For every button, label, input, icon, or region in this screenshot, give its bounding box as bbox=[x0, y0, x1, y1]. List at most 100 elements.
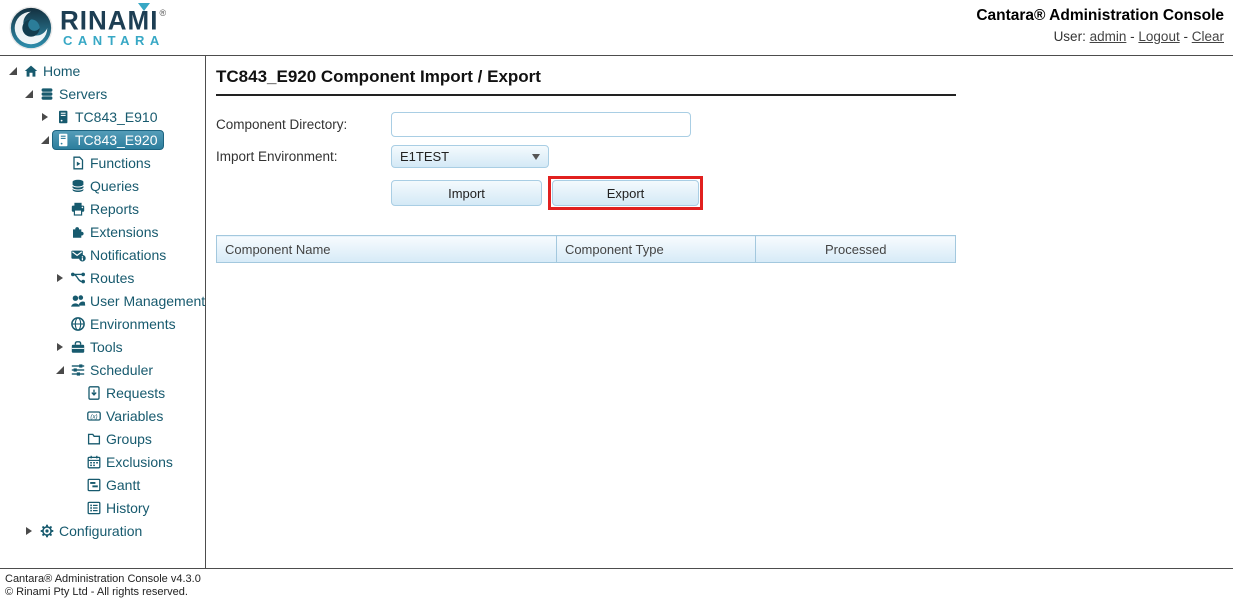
tree-node-functions[interactable]: Functions bbox=[67, 153, 157, 173]
tree-node-gantt[interactable]: Gantt bbox=[83, 475, 146, 495]
tree-node-environments[interactable]: Environments bbox=[67, 314, 182, 334]
tree-node-extensions[interactable]: Extensions bbox=[67, 222, 164, 242]
tree-node-label: Extensions bbox=[90, 224, 158, 240]
tree-node-notifications[interactable]: Notifications bbox=[67, 245, 172, 265]
brand-triangle-mark bbox=[138, 3, 150, 11]
sidebar-item-tc843-e920[interactable]: TC843_E920 bbox=[0, 128, 205, 151]
tree-node-queries[interactable]: Queries bbox=[67, 176, 145, 196]
triangle-expanded-icon bbox=[9, 67, 17, 75]
tree-node-label: Scheduler bbox=[90, 362, 153, 378]
triangle-collapsed-icon bbox=[57, 343, 63, 351]
tree-node-variables[interactable]: (x)Variables bbox=[83, 406, 169, 426]
brand-name: RINAMI bbox=[60, 8, 158, 33]
app-window: RINAMI ® CANTARA Cantara® Administration… bbox=[0, 0, 1233, 610]
sidebar-item-home[interactable]: Home bbox=[0, 59, 205, 82]
tree-expand-toggle[interactable] bbox=[53, 366, 67, 374]
tree-node-label: Environments bbox=[90, 316, 176, 332]
import-button[interactable]: Import bbox=[391, 180, 542, 206]
import-environment-select[interactable]: E1TEST bbox=[391, 145, 549, 168]
registered-trademark: ® bbox=[159, 8, 166, 18]
user-label: User: bbox=[1054, 29, 1086, 44]
home-icon bbox=[23, 63, 39, 79]
column-header-processed[interactable]: Processed bbox=[756, 236, 956, 263]
console-title: Cantara® Administration Console bbox=[976, 7, 1224, 25]
top-header: RINAMI ® CANTARA Cantara® Administration… bbox=[0, 0, 1233, 56]
tree-expand-toggle[interactable] bbox=[53, 274, 67, 282]
sidebar-item-tools[interactable]: Tools bbox=[0, 335, 205, 358]
sidebar-item-environments[interactable]: Environments bbox=[0, 312, 205, 335]
tree-node-tc843-e910[interactable]: TC843_E910 bbox=[52, 107, 164, 127]
sidebar-item-groups[interactable]: Groups bbox=[0, 427, 205, 450]
tree-expand-toggle[interactable] bbox=[6, 67, 20, 75]
page-footer: Cantara® Administration Console v4.3.0 ©… bbox=[0, 568, 1233, 610]
server-icon bbox=[55, 109, 71, 125]
tree-node-history[interactable]: History bbox=[83, 498, 156, 518]
tree-node-requests[interactable]: Requests bbox=[83, 383, 171, 403]
tree-node-configuration[interactable]: Configuration bbox=[36, 521, 148, 541]
tree-node-tools[interactable]: Tools bbox=[67, 337, 129, 357]
tree-node-servers[interactable]: Servers bbox=[36, 84, 113, 104]
history-icon bbox=[86, 500, 102, 516]
component-directory-label: Component Directory: bbox=[216, 117, 391, 132]
title-divider bbox=[216, 94, 956, 96]
sidebar-item-scheduler[interactable]: Scheduler bbox=[0, 358, 205, 381]
tree-node-scheduler[interactable]: Scheduler bbox=[67, 360, 159, 380]
tree-expand-toggle[interactable] bbox=[53, 343, 67, 351]
logout-link[interactable]: Logout bbox=[1138, 29, 1179, 44]
export-button[interactable]: Export bbox=[552, 180, 699, 206]
component-directory-input[interactable] bbox=[391, 112, 691, 137]
export-highlight-box: Export bbox=[548, 176, 703, 210]
functions-icon bbox=[70, 155, 86, 171]
tree-node-routes[interactable]: Routes bbox=[67, 268, 140, 288]
tree-node-label: Exclusions bbox=[106, 454, 173, 470]
sidebar-item-servers[interactable]: Servers bbox=[0, 82, 205, 105]
import-environment-label: Import Environment: bbox=[216, 149, 391, 164]
tree-node-label: Tools bbox=[90, 339, 123, 355]
tree-node-label: Servers bbox=[59, 86, 107, 102]
tree-expand-toggle[interactable] bbox=[38, 136, 52, 144]
components-table-header-row: Component NameComponent TypeProcessed bbox=[217, 236, 956, 263]
tree-node-label: Routes bbox=[90, 270, 134, 286]
sidebar-item-routes[interactable]: Routes bbox=[0, 266, 205, 289]
tree-node-label: Home bbox=[43, 63, 80, 79]
navigation-tree: Home Servers TC843_E910 TC843_E920 Functions… bbox=[0, 56, 206, 568]
clear-link[interactable]: Clear bbox=[1192, 29, 1224, 44]
tree-node-reports[interactable]: Reports bbox=[67, 199, 145, 219]
column-header-component-type[interactable]: Component Type bbox=[556, 236, 756, 263]
sidebar-item-history[interactable]: History bbox=[0, 496, 205, 519]
sidebar-item-configuration[interactable]: Configuration bbox=[0, 519, 205, 542]
sidebar-item-variables[interactable]: (x)Variables bbox=[0, 404, 205, 427]
variables-icon: (x) bbox=[86, 408, 102, 424]
tree-node-label: Notifications bbox=[90, 247, 166, 263]
component-directory-row: Component Directory: bbox=[216, 112, 956, 137]
tree-node-tc843-e920[interactable]: TC843_E920 bbox=[52, 130, 164, 150]
gantt-icon bbox=[86, 477, 102, 493]
sidebar-item-extensions[interactable]: Extensions bbox=[0, 220, 205, 243]
column-header-component-name[interactable]: Component Name bbox=[217, 236, 557, 263]
sidebar-item-notifications[interactable]: Notifications bbox=[0, 243, 205, 266]
server-icon bbox=[55, 132, 71, 148]
rinami-cantara-logo: RINAMI ® CANTARA bbox=[0, 0, 166, 51]
user-admin-link[interactable]: admin bbox=[1090, 29, 1127, 44]
content-area: Home Servers TC843_E910 TC843_E920 Functions… bbox=[0, 56, 1233, 568]
triangle-collapsed-icon bbox=[26, 527, 32, 535]
sidebar-item-functions[interactable]: Functions bbox=[0, 151, 205, 174]
tree-expand-toggle[interactable] bbox=[22, 527, 36, 535]
requests-icon bbox=[86, 385, 102, 401]
tree-node-groups[interactable]: Groups bbox=[83, 429, 158, 449]
separator: - bbox=[1130, 29, 1135, 44]
tree-expand-toggle[interactable] bbox=[22, 90, 36, 98]
sidebar-item-exclusions[interactable]: Exclusions bbox=[0, 450, 205, 473]
tree-node-home[interactable]: Home bbox=[20, 61, 86, 81]
sidebar-item-reports[interactable]: Reports bbox=[0, 197, 205, 220]
sidebar-item-tc843-e910[interactable]: TC843_E910 bbox=[0, 105, 205, 128]
tree-node-exclusions[interactable]: Exclusions bbox=[83, 452, 179, 472]
sidebar-item-user-management[interactable]: User Management bbox=[0, 289, 205, 312]
tree-node-user-management[interactable]: User Management bbox=[67, 291, 206, 311]
components-table: Component NameComponent TypeProcessed bbox=[216, 235, 956, 263]
sidebar-item-queries[interactable]: Queries bbox=[0, 174, 205, 197]
queries-icon bbox=[70, 178, 86, 194]
tree-expand-toggle[interactable] bbox=[38, 113, 52, 121]
sidebar-item-requests[interactable]: Requests bbox=[0, 381, 205, 404]
sidebar-item-gantt[interactable]: Gantt bbox=[0, 473, 205, 496]
